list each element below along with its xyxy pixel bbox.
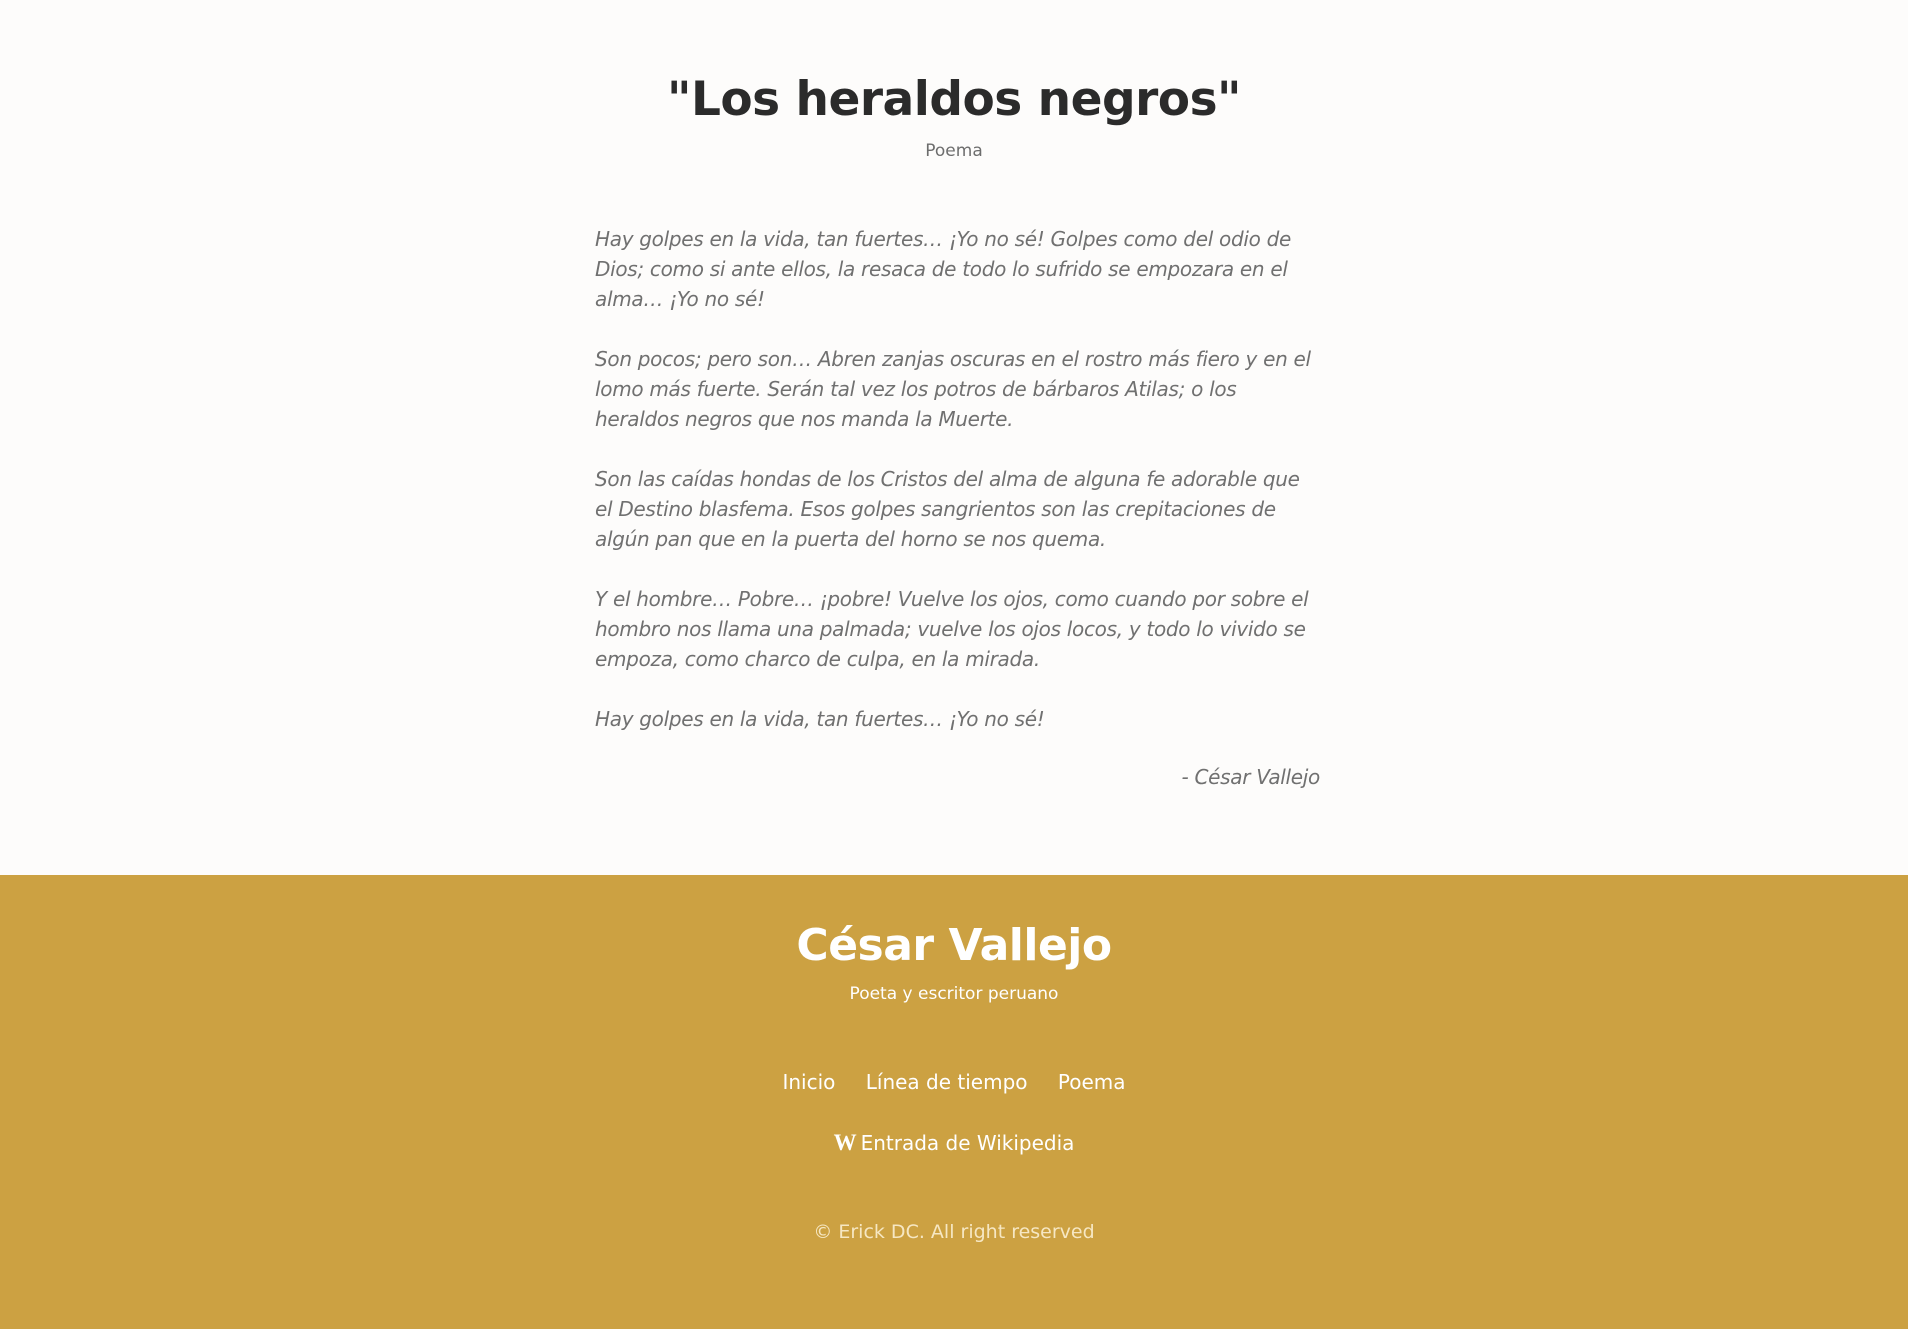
stanza: Hay golpes en la vida, tan fuertes… ¡Yo … <box>595 227 1291 311</box>
nav-link-poema[interactable]: Poema <box>1058 1070 1126 1094</box>
footer-tagline: Poeta y escritor peruano <box>849 984 1059 1004</box>
poem-author: - César Vallejo <box>1181 765 1321 789</box>
poem-subtitle: Poema <box>925 141 983 161</box>
wikipedia-link[interactable]: W Entrada de Wikipedia <box>833 1130 1075 1155</box>
stanza: Son las caídas hondas de los Cristos del… <box>595 467 1300 551</box>
stanza: Y el hombre… Pobre… ¡pobre! Vuelve los o… <box>595 587 1309 671</box>
poem-section: "Los heraldos negros" Poema Hay golpes e… <box>0 0 1908 875</box>
footer-title: César Vallejo <box>796 920 1112 971</box>
wikipedia-row: W Entrada de Wikipedia <box>0 1130 1908 1156</box>
nav-link-linea-de-tiempo[interactable]: Línea de tiempo <box>866 1070 1028 1094</box>
copyright-text: © Erick DC. All right reserved <box>813 1221 1095 1243</box>
poem-body: Hay golpes en la vida, tan fuertes… ¡Yo … <box>595 224 1320 792</box>
nav-link-inicio[interactable]: Inicio <box>782 1070 835 1094</box>
wikipedia-link-label: Entrada de Wikipedia <box>860 1131 1075 1155</box>
stanza: Hay golpes en la vida, tan fuertes… ¡Yo … <box>595 707 1045 731</box>
site-footer: César Vallejo Poeta y escritor peruano I… <box>0 875 1908 1329</box>
wikipedia-icon: W <box>833 1130 857 1155</box>
stanza: Son pocos; pero son… Abren zanjas oscura… <box>595 347 1311 431</box>
footer-nav: Inicio Línea de tiempo Poema <box>0 1070 1908 1094</box>
poem-title: "Los heraldos negros" <box>666 72 1242 127</box>
